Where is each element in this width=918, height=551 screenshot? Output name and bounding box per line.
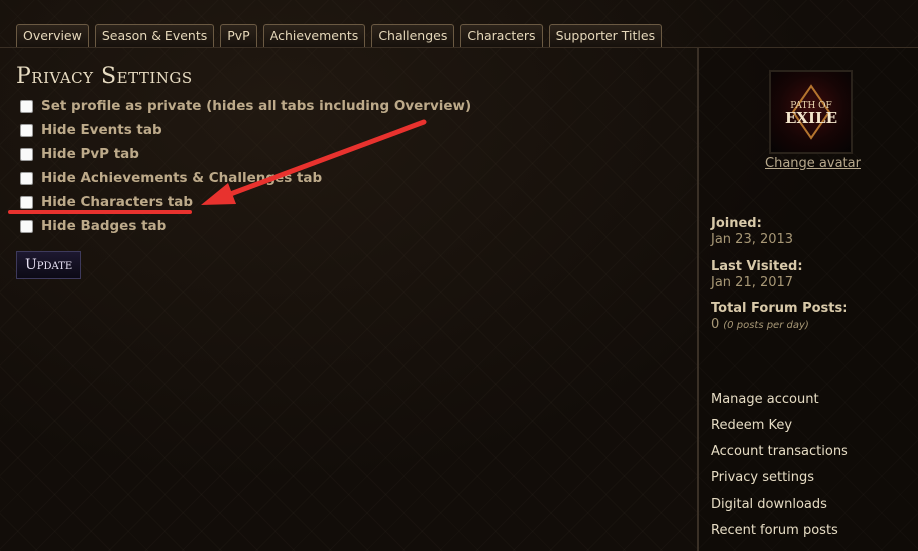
forum-posts-rate: (0 posts per day) xyxy=(723,320,809,331)
game-logo-icon: PATH OF EXILE xyxy=(785,84,837,140)
tab-overview[interactable]: Overview xyxy=(16,24,89,47)
last-visited-label: Last Visited: xyxy=(711,259,803,274)
last-visited-value: Jan 21, 2017 xyxy=(711,275,794,290)
tab-supporter-titles[interactable]: Supporter Titles xyxy=(548,24,663,47)
tab-challenges[interactable]: Challenges xyxy=(371,24,455,47)
hide-events-checkbox[interactable] xyxy=(20,123,33,137)
tab-achievements[interactable]: Achievements xyxy=(262,24,366,47)
option-hide-pvp[interactable]: Hide PvP tab xyxy=(20,144,139,164)
manage-account-link[interactable]: Manage account xyxy=(711,392,819,407)
option-hide-badges[interactable]: Hide Badges tab xyxy=(20,216,166,236)
forum-posts-stat: 0 (0 posts per day) xyxy=(711,317,809,332)
option-hide-events[interactable]: Hide Events tab xyxy=(20,120,162,140)
logo-text-main: EXILE xyxy=(785,109,837,127)
private-profile-checkbox[interactable] xyxy=(20,99,33,113)
privacy-settings-title: Privacy Settings xyxy=(16,64,193,89)
hide-events-label: Hide Events tab xyxy=(41,122,162,138)
profile-sidebar: PATH OF EXILE Change avatar Joined: Jan … xyxy=(697,48,918,551)
hide-characters-label: Hide Characters tab xyxy=(41,194,194,210)
tab-characters[interactable]: Characters xyxy=(460,24,543,47)
hide-achievements-label: Hide Achievements & Challenges tab xyxy=(41,170,323,186)
profile-tab-bar: Overview Season & Events PvP Achievement… xyxy=(16,24,663,47)
option-hide-achievements[interactable]: Hide Achievements & Challenges tab xyxy=(20,168,322,188)
recent-forum-posts-link[interactable]: Recent forum posts xyxy=(711,523,838,538)
tab-season-events[interactable]: Season & Events xyxy=(94,24,215,47)
account-transactions-link[interactable]: Account transactions xyxy=(711,444,848,459)
forum-posts-value: 0 xyxy=(711,317,720,332)
redeem-key-link[interactable]: Redeem Key xyxy=(711,418,792,433)
update-button[interactable]: Update xyxy=(16,251,82,279)
hide-pvp-checkbox[interactable] xyxy=(20,147,33,161)
privacy-settings-panel: Privacy Settings Set profile as private … xyxy=(0,48,694,551)
forum-posts-label: Total Forum Posts: xyxy=(711,301,848,316)
joined-value: Jan 23, 2013 xyxy=(711,232,794,247)
digital-downloads-link[interactable]: Digital downloads xyxy=(711,497,827,512)
tab-pvp[interactable]: PvP xyxy=(220,24,257,47)
option-hide-characters[interactable]: Hide Characters tab xyxy=(20,192,193,212)
hide-badges-checkbox[interactable] xyxy=(20,219,33,233)
joined-label: Joined: xyxy=(711,216,762,231)
hide-characters-checkbox[interactable] xyxy=(20,195,33,209)
change-avatar-link[interactable]: Change avatar xyxy=(765,156,861,171)
hide-achievements-checkbox[interactable] xyxy=(20,171,33,185)
privacy-settings-link[interactable]: Privacy settings xyxy=(711,470,814,485)
hide-badges-label: Hide Badges tab xyxy=(41,218,167,234)
hide-pvp-label: Hide PvP tab xyxy=(41,146,139,162)
private-profile-label: Set profile as private (hides all tabs i… xyxy=(41,98,472,114)
avatar: PATH OF EXILE xyxy=(769,70,853,154)
option-private-profile[interactable]: Set profile as private (hides all tabs i… xyxy=(20,96,471,116)
